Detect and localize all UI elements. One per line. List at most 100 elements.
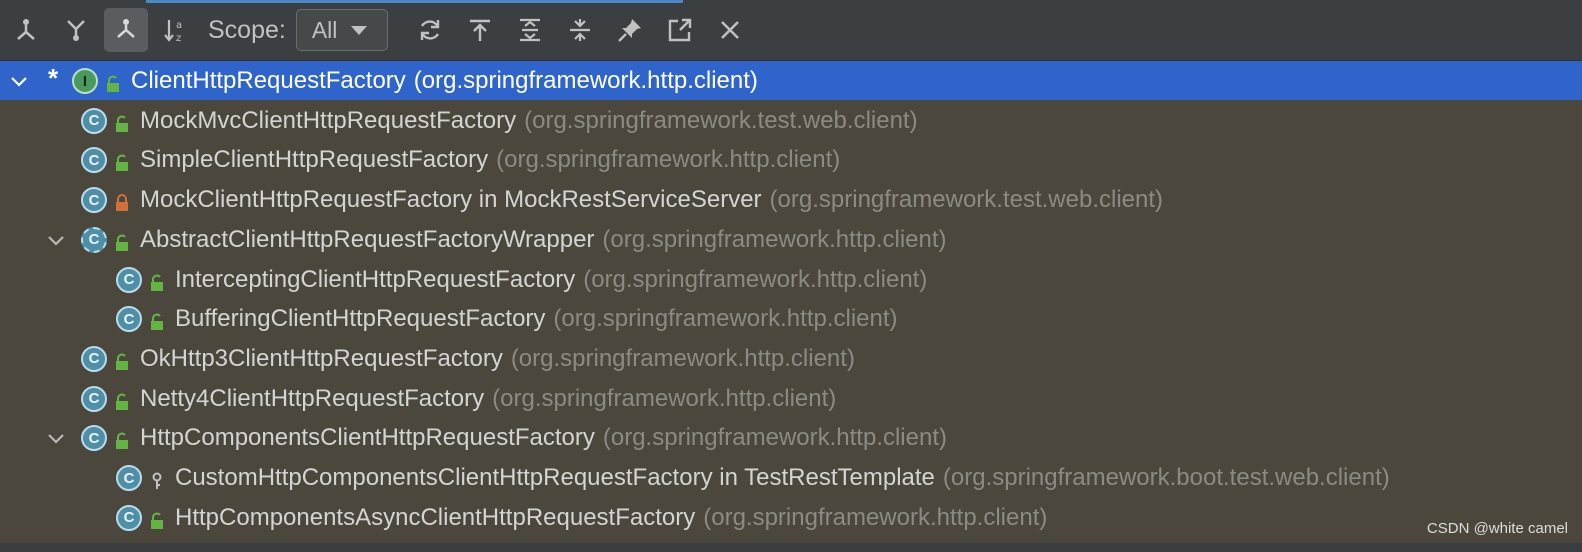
scope-value: All: [311, 16, 338, 43]
refresh-button[interactable]: [408, 8, 452, 52]
type-name: Netty4ClientHttpRequestFactory (org.sprin…: [140, 385, 836, 413]
class-hierarchy-icon: [117, 19, 135, 38]
package-name: (org.springframework.http.client): [413, 67, 758, 94]
tree-row[interactable]: C OkHttp3ClientHttpRequestFactory (org.spr…: [0, 339, 1582, 378]
class-icon: C: [116, 465, 142, 491]
package-name: (org.springframework.boot.test.web.clien…: [942, 464, 1390, 491]
package-name: (org.springframework.test.web.client): [769, 186, 1164, 214]
class-name: AbstractClientHttpRequestFactoryWrapper: [140, 225, 595, 253]
tree-row[interactable]: C InterceptingClientHttpRequestFactory (or…: [0, 260, 1582, 299]
supertypes-hierarchy-icon: [17, 19, 35, 40]
public-unlocked-icon: [114, 231, 130, 251]
watermark: CSDN @white camel: [1426, 520, 1568, 537]
class-name: Netty4ClientHttpRequestFactory: [140, 384, 485, 412]
public-unlocked-icon: [114, 112, 130, 132]
tree-row[interactable]: C Netty4ClientHttpRequestFactory (org.spri…: [0, 379, 1582, 418]
type-name: HttpComponentsAsyncClientHttpRequestFact…: [175, 504, 1047, 532]
package-name: (org.springframework.http.client): [703, 503, 1048, 531]
class-icon: C: [116, 306, 142, 333]
chevron-down-icon: [351, 25, 368, 35]
public-unlocked-icon: [114, 151, 130, 172]
package-name: (org.springframework.http.client): [553, 305, 898, 333]
type-name: HttpComponentsClientHttpRequestFactory (o…: [140, 424, 947, 452]
package-name: (org.springframework.test.web.client): [524, 106, 918, 134]
type-name: OkHttp3ClientHttpRequestFactory (org.spri…: [140, 345, 855, 373]
class-name: SimpleClientHttpRequestFactory: [140, 146, 489, 174]
class-icon: C: [81, 187, 107, 214]
scroll-to-source-button[interactable]: [458, 8, 502, 52]
collapse-all-icon: [569, 19, 590, 41]
expand-all-button[interactable]: [508, 8, 552, 52]
sort-alphabetically-icon: az: [164, 20, 182, 44]
class-hierarchy-button[interactable]: [104, 8, 148, 52]
tree-row[interactable]: C HttpComponentsAsyncClientHttpRequestFac…: [0, 498, 1582, 537]
type-name: AbstractClientHttpRequestFactoryWrapper(…: [140, 226, 947, 254]
class-icon: C: [81, 425, 107, 452]
refresh-icon: [420, 20, 440, 40]
scroll-to-source-icon: [469, 19, 490, 41]
sort-alphabetically-button[interactable]: az: [154, 8, 198, 52]
class-name: BufferingClientHttpRequestFactory: [175, 305, 546, 333]
type-name: MockMvcClientHttpRequestFactory (org.spri…: [140, 107, 918, 135]
class-name: OkHttp3ClientHttpRequestFactory: [140, 344, 503, 372]
type-name: CustomHttpComponentsClientHttpRequestFac…: [175, 464, 1390, 492]
tree-row[interactable]: C HttpComponentsClientHttpRequestFactory(…: [0, 418, 1582, 457]
horizontal-scrollbar[interactable]: [0, 543, 1582, 552]
package-name: (org.springframework.http.client): [496, 146, 841, 174]
export-button[interactable]: [658, 8, 702, 52]
hierarchy-toolbar: az Scope: All: [0, 0, 1582, 61]
abstract-class-icon: C: [81, 226, 107, 253]
public-unlocked-icon: [114, 350, 130, 370]
public-unlocked-icon: [149, 310, 165, 331]
tree-row[interactable]: C AbstractClientHttpRequestFactoryWrapper…: [0, 220, 1582, 259]
public-unlocked-icon: [149, 271, 165, 291]
tree-row[interactable]: C BufferingClientHttpRequestFactory (org.s…: [0, 299, 1582, 338]
class-icon: C: [116, 266, 142, 293]
close-button[interactable]: [708, 8, 752, 52]
base-marker-icon: *: [48, 63, 59, 93]
tree-row-selected[interactable]: * I ClientHttpRequestFactory (org.springfra…: [0, 61, 1582, 100]
chevron-down-icon[interactable]: [9, 71, 29, 91]
class-icon: C: [81, 345, 107, 372]
scope-label: Scope:: [208, 15, 286, 44]
type-name: MockClientHttpRequestFactory in MockRest…: [140, 186, 1163, 214]
class-icon: C: [81, 385, 107, 412]
supertypes-hierarchy-button[interactable]: [4, 8, 48, 52]
type-name: SimpleClientHttpRequestFactory (org.sprin…: [140, 146, 840, 174]
type-name: InterceptingClientHttpRequestFactory (org…: [175, 266, 927, 294]
package-private-icon: [149, 469, 165, 489]
tree-row[interactable]: C SimpleClientHttpRequestFactory (org.spri…: [0, 140, 1582, 179]
scope-select[interactable]: All: [295, 9, 388, 51]
package-name: (org.springframework.http.client): [510, 344, 855, 372]
package-name: (org.springframework.http.client): [602, 225, 947, 253]
class-icon: C: [116, 504, 142, 531]
collapse-all-button[interactable]: [558, 8, 602, 52]
tree-row[interactable]: C MockClientHttpRequestFactory in MockRes…: [0, 180, 1582, 219]
package-name: (org.springframework.http.client): [602, 424, 947, 452]
package-name: (org.springframework.http.client): [492, 384, 837, 412]
tree-row[interactable]: C MockMvcClientHttpRequestFactory (org.spr…: [0, 101, 1582, 140]
subtypes-hierarchy-icon: [67, 20, 85, 41]
class-name: CustomHttpComponentsClientHttpRequestFac…: [175, 464, 935, 491]
svg-text:a: a: [176, 20, 182, 31]
export-icon: [668, 18, 692, 42]
type-name: BufferingClientHttpRequestFactory (org.sp…: [175, 305, 898, 333]
public-unlocked-icon: [149, 509, 165, 529]
subtypes-hierarchy-button[interactable]: [54, 8, 98, 52]
public-unlocked-icon: [114, 390, 130, 410]
public-unlocked-icon: [114, 429, 130, 450]
class-name: HttpComponentsClientHttpRequestFactory: [140, 424, 595, 452]
svg-text:z: z: [176, 33, 181, 44]
chevron-down-icon[interactable]: [46, 428, 66, 448]
class-icon: C: [81, 147, 107, 174]
pin-icon: [617, 19, 641, 42]
class-name: InterceptingClientHttpRequestFactory: [175, 265, 576, 293]
chevron-down-icon[interactable]: [46, 230, 66, 250]
private-lock-icon: [114, 191, 130, 212]
pin-button[interactable]: [608, 8, 652, 52]
class-name: MockClientHttpRequestFactory in MockRest…: [140, 186, 762, 214]
close-icon: [720, 21, 739, 39]
expand-all-icon: [519, 18, 540, 42]
interface-icon: I: [72, 68, 98, 94]
tree-row[interactable]: C CustomHttpComponentsClientHttpRequestFa…: [0, 458, 1582, 497]
